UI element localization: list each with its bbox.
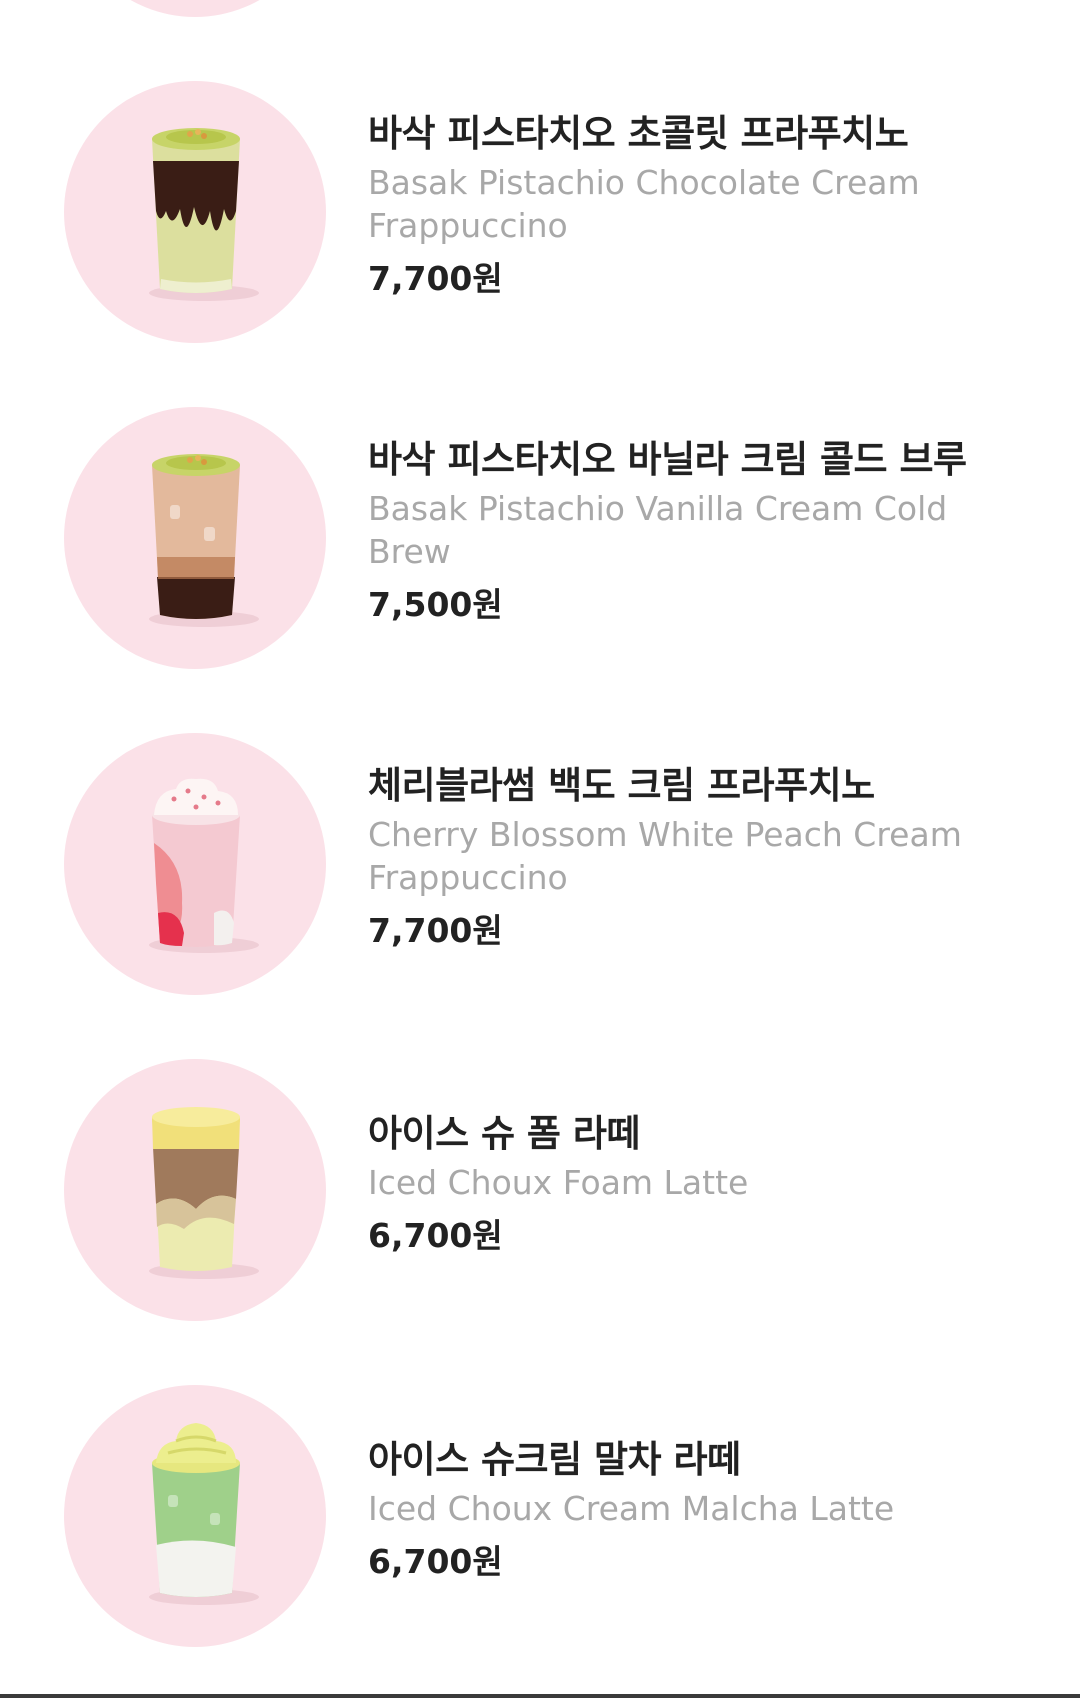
menu-item-info: 아이스 슈크림 말차 라떼 Iced Choux Cream Malcha La… — [368, 1437, 1048, 1584]
menu-item[interactable]: 체리블라썸 백도 크림 프라푸치노 Cherry Blossom White P… — [0, 733, 1080, 995]
menu-item-price: 7,700원 — [368, 911, 503, 950]
menu-item[interactable]: 아이스 슈크림 말차 라떼 Iced Choux Cream Malcha La… — [0, 1385, 1080, 1647]
menu-item-name-ko: 바삭 피스타치오 초콜릿 프라푸치노 — [368, 112, 909, 155]
cherry-blossom-peach-frappuccino-drink-icon[interactable] — [64, 733, 326, 995]
menu-item[interactable]: 아이스 슈 폼 라떼 Iced Choux Foam Latte 6,700원 — [0, 1059, 1080, 1321]
menu-item-info: 바삭 피스타치오 초콜릿 프라푸치노 Basak Pistachio Choco… — [368, 111, 1048, 301]
menu-item-name-en: Iced Choux Cream Malcha Latte — [368, 1489, 895, 1528]
menu-item-price: 6,700원 — [368, 1542, 503, 1581]
menu-item-name-en: Cherry Blossom White Peach Cream Frappuc… — [368, 815, 962, 897]
iced-choux-foam-latte-drink-icon[interactable] — [64, 1059, 326, 1321]
menu-item-name-en: Basak Pistachio Vanilla Cream Cold Brew — [368, 489, 948, 571]
menu-item-name-ko: 아이스 슈 폼 라떼 — [368, 1112, 640, 1155]
menu-item-name-en: Basak Pistachio Chocolate Cream Frappucc… — [368, 163, 920, 245]
menu-item-info: 아이스 슈 폼 라떼 Iced Choux Foam Latte 6,700원 — [368, 1111, 1048, 1258]
menu-item-info: 체리블라썸 백도 크림 프라푸치노 Cherry Blossom White P… — [368, 763, 1048, 953]
menu-list: 바삭 피스타치오 초콜릿 프라푸치노 Basak Pistachio Choco… — [0, 0, 1080, 1698]
pistachio-vanilla-cold-brew-drink-icon[interactable] — [64, 407, 326, 669]
menu-item-info: 바삭 피스타치오 바닐라 크림 콜드 브루 Basak Pistachio Va… — [368, 437, 1048, 627]
bottom-divider — [0, 1694, 1080, 1698]
menu-item-name-ko: 체리블라썸 백도 크림 프라푸치노 — [368, 764, 875, 807]
menu-item-name-ko: 아이스 슈크림 말차 라떼 — [368, 1438, 741, 1481]
menu-item-name-ko: 바삭 피스타치오 바닐라 크림 콜드 브루 — [368, 438, 967, 481]
menu-item-price: 6,700원 — [368, 1216, 503, 1255]
menu-item-price: 7,500원 — [368, 585, 503, 624]
menu-item-price: 7,700원 — [368, 259, 503, 298]
iced-choux-cream-malcha-latte-drink-icon[interactable] — [64, 1385, 326, 1647]
menu-item-name-en: Iced Choux Foam Latte — [368, 1163, 749, 1202]
menu-item[interactable]: 바삭 피스타치오 초콜릿 프라푸치노 Basak Pistachio Choco… — [0, 81, 1080, 343]
menu-item[interactable]: 바삭 피스타치오 바닐라 크림 콜드 브루 Basak Pistachio Va… — [0, 407, 1080, 669]
pistachio-chocolate-frappuccino-drink-icon[interactable] — [64, 81, 326, 343]
